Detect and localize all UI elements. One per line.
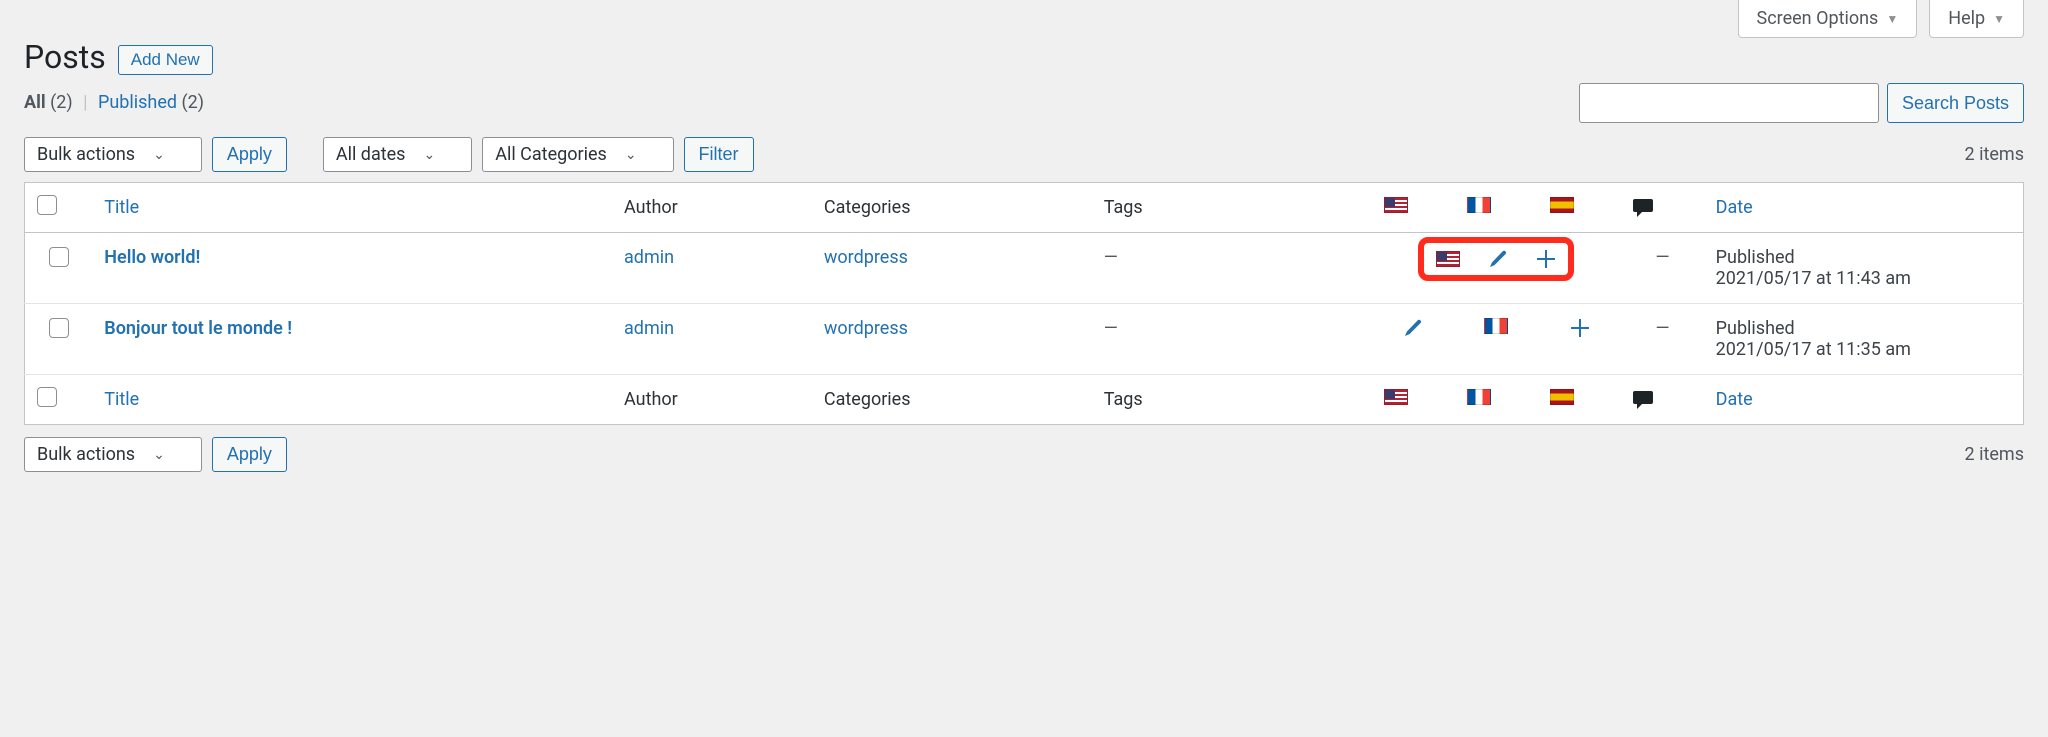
filter-all-count: (2) <box>50 92 73 113</box>
chevron-down-icon: ⌄ <box>423 147 435 163</box>
add-new-button[interactable]: Add New <box>118 45 213 75</box>
column-tags-foot: Tags <box>1092 375 1372 425</box>
filter-all-label[interactable]: All <box>24 92 46 113</box>
author-link[interactable]: admin <box>624 247 674 268</box>
date-status: Published <box>1716 247 1795 268</box>
posts-table: Title Author Categories Tags Date Hello … <box>24 182 2024 425</box>
category-filter-select[interactable]: All Categories ⌄ <box>482 137 673 172</box>
date-value: 2021/05/17 at 11:35 am <box>1716 339 1911 360</box>
items-count-top: 2 items <box>1965 144 2024 165</box>
column-tags: Tags <box>1092 183 1372 233</box>
column-title-foot[interactable]: Title <box>92 375 612 425</box>
apply-bulk-button[interactable]: Apply <box>212 137 287 172</box>
row-checkbox[interactable] <box>49 247 69 267</box>
highlight-box <box>1418 237 1574 281</box>
category-link[interactable]: wordpress <box>824 318 908 339</box>
filter-published-count: (2) <box>182 92 205 113</box>
flag-es-icon <box>1550 389 1574 405</box>
chevron-down-icon: ⌄ <box>153 447 165 463</box>
select-all-checkbox-bottom[interactable] <box>37 387 57 407</box>
comments-value: — <box>1655 318 1669 339</box>
plus-icon[interactable] <box>1536 249 1556 269</box>
column-categories: Categories <box>812 183 1092 233</box>
flag-us-icon[interactable] <box>1436 251 1460 267</box>
filter-button[interactable]: Filter <box>684 137 754 172</box>
comments-icon <box>1633 391 1691 409</box>
comments-value: — <box>1655 247 1669 268</box>
help-label: Help <box>1948 8 1985 29</box>
help-tab[interactable]: Help ▼ <box>1929 0 2024 38</box>
flag-fr-icon[interactable] <box>1484 318 1508 334</box>
column-title[interactable]: Title <box>92 183 612 233</box>
column-date-foot[interactable]: Date <box>1704 375 2024 425</box>
chevron-down-icon: ⌄ <box>625 147 637 163</box>
bulk-actions-select-bottom[interactable]: Bulk actions ⌄ <box>24 437 202 472</box>
pencil-icon[interactable] <box>1488 249 1508 269</box>
date-value: 2021/05/17 at 11:43 am <box>1716 268 1911 289</box>
comments-icon <box>1633 199 1691 217</box>
date-filter-label: All dates <box>336 144 406 165</box>
chevron-down-icon: ⌄ <box>153 147 165 163</box>
apply-bulk-button-bottom[interactable]: Apply <box>212 437 287 472</box>
category-filter-label: All Categories <box>495 144 607 165</box>
bulk-actions-label: Bulk actions <box>37 144 135 165</box>
pencil-icon[interactable] <box>1403 318 1423 338</box>
bulk-actions-select[interactable]: Bulk actions ⌄ <box>24 137 202 172</box>
tags-value: — <box>1104 247 1118 268</box>
column-date[interactable]: Date <box>1704 183 2024 233</box>
caret-down-icon: ▼ <box>1993 12 2005 26</box>
column-author: Author <box>612 183 812 233</box>
filter-published-link[interactable]: Published <box>98 92 177 113</box>
flag-es-icon <box>1550 197 1574 213</box>
column-categories-foot: Categories <box>812 375 1092 425</box>
date-filter-select[interactable]: All dates ⌄ <box>323 137 472 172</box>
flag-fr-icon <box>1467 389 1491 405</box>
flag-us-icon <box>1384 197 1408 213</box>
select-all-checkbox[interactable] <box>37 195 57 215</box>
category-link[interactable]: wordpress <box>824 247 908 268</box>
row-checkbox[interactable] <box>49 318 69 338</box>
search-input[interactable] <box>1579 83 1879 123</box>
table-row: Bonjour tout le monde ! admin wordpress — — P… <box>25 304 2024 375</box>
post-title-link[interactable]: Bonjour tout le monde ! <box>104 318 292 339</box>
screen-options-tab[interactable]: Screen Options ▼ <box>1738 0 1918 38</box>
column-author-foot: Author <box>612 375 812 425</box>
table-row: Hello world! admin wordpress — — Published202… <box>25 233 2024 304</box>
page-title: Posts <box>24 38 106 76</box>
flag-fr-icon <box>1467 197 1491 213</box>
flag-us-icon <box>1384 389 1408 405</box>
tags-value: — <box>1104 318 1118 339</box>
post-title-link[interactable]: Hello world! <box>104 247 200 268</box>
author-link[interactable]: admin <box>624 318 674 339</box>
date-status: Published <box>1716 318 1795 339</box>
items-count-bottom: 2 items <box>1965 444 2024 465</box>
screen-options-label: Screen Options <box>1757 8 1879 29</box>
bulk-actions-label-bottom: Bulk actions <box>37 444 135 465</box>
search-posts-button[interactable]: Search Posts <box>1887 83 2024 123</box>
caret-down-icon: ▼ <box>1886 12 1898 26</box>
plus-icon[interactable] <box>1570 318 1590 338</box>
